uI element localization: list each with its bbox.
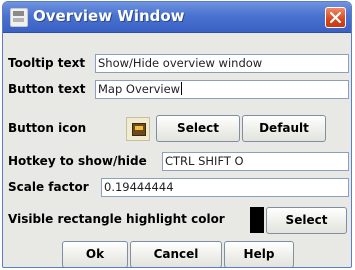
window-title: Overview Window	[33, 7, 185, 25]
title-bar[interactable]: Overview Window	[3, 2, 351, 33]
highlight-color-swatch[interactable]	[250, 207, 264, 233]
hotkey-label: Hotkey to show/hide	[8, 154, 147, 168]
map-window-icon	[126, 117, 150, 141]
button-text-value: Map Overview	[98, 82, 181, 96]
scale-factor-field[interactable]: 0.19444444	[101, 178, 349, 197]
scale-factor-label: Scale factor	[8, 180, 89, 194]
tooltip-text-label: Tooltip text	[8, 56, 86, 70]
help-button[interactable]: Help	[224, 241, 294, 267]
text-caret	[181, 82, 183, 95]
tooltip-text-field[interactable]: Show/Hide overview window	[95, 54, 349, 73]
button-text-label: Button text	[8, 82, 86, 96]
icon-default-button[interactable]: Default	[242, 115, 326, 142]
app-window-icon	[10, 8, 28, 27]
hotkey-field[interactable]: CTRL SHIFT O	[162, 152, 349, 171]
icon-select-button[interactable]: Select	[156, 115, 240, 142]
ok-button[interactable]: Ok	[62, 241, 128, 267]
highlight-color-label: Visible rectangle highlight color	[8, 212, 225, 226]
cancel-button[interactable]: Cancel	[130, 241, 222, 267]
close-button[interactable]	[325, 7, 346, 28]
color-select-button[interactable]: Select	[266, 207, 347, 234]
button-icon-label: Button icon	[8, 121, 87, 135]
button-text-field[interactable]: Map Overview	[95, 80, 349, 99]
close-icon	[330, 12, 341, 23]
overview-window-dialog: Overview Window Tooltip text Show/Hide o…	[2, 1, 352, 268]
